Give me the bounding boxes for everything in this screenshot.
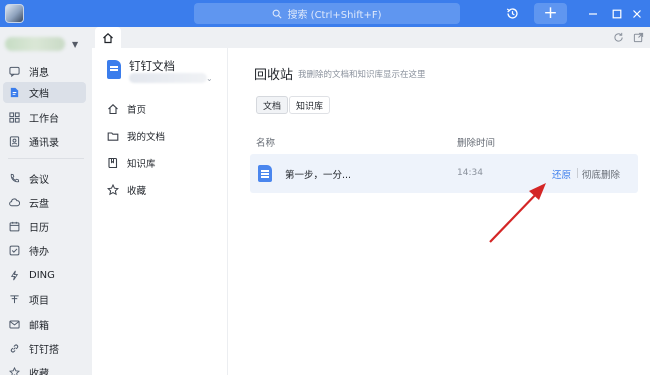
open-external-icon — [633, 32, 644, 43]
cloud-icon — [8, 197, 20, 209]
nav-item-label: 待办 — [29, 247, 49, 258]
lightning-icon — [8, 270, 20, 282]
doc-nav-knowledge-base[interactable]: 知识库 — [106, 154, 156, 172]
nav-item-label: 工作台 — [29, 114, 59, 125]
project-icon — [8, 294, 20, 306]
title-bar: 搜索 (Ctrl+Shift+F) + — [0, 0, 650, 27]
recycle-bin-panel: 回收站 我删除的文档和知识库显示在这里 文档 知识库 名称 删除时间 第一步，一… — [228, 48, 650, 375]
phone-icon — [8, 173, 20, 185]
deleted-time: 14:34 — [457, 168, 483, 178]
maximize-icon — [612, 9, 622, 18]
document-file-icon — [258, 165, 272, 182]
nav-item-dingda[interactable]: 钉钉搭 — [3, 338, 86, 359]
file-name: 第一步，一分... — [285, 170, 352, 181]
nav-item-cloud-drive[interactable]: 云盘 — [3, 192, 86, 213]
mail-icon — [8, 319, 20, 331]
nav-item-label: 收藏 — [29, 369, 49, 375]
nav-item-ding[interactable]: DING — [3, 265, 86, 286]
document-icon — [8, 87, 20, 99]
nav-item-label: 云盘 — [29, 199, 49, 210]
document-sidebar: 钉钉文档 ⌄ 首页 我的文档 知识库 收藏 — [92, 48, 228, 375]
nav-item-label: 文档 — [29, 89, 49, 100]
column-header-deleted-time: 删除时间 — [457, 138, 496, 149]
filter-documents-button[interactable]: 文档 — [256, 96, 289, 114]
nav-item-label: 会议 — [29, 175, 49, 186]
add-button[interactable]: + — [534, 3, 567, 24]
restore-button[interactable]: 还原 — [552, 167, 571, 181]
contacts-icon — [8, 136, 20, 148]
column-header-name: 名称 — [256, 138, 276, 149]
nav-item-favorites[interactable]: 收藏 — [3, 362, 86, 375]
doc-nav-label: 收藏 — [127, 186, 147, 197]
nav-item-label: 日历 — [29, 223, 49, 234]
tab-strip — [92, 27, 650, 48]
nav-item-todo[interactable]: 待办 — [3, 240, 86, 261]
book-icon — [106, 157, 119, 170]
page-title: 回收站 — [254, 68, 294, 83]
refresh-icon — [614, 32, 623, 42]
history-button[interactable] — [501, 3, 523, 24]
filter-knowledge-base-button[interactable]: 知识库 — [289, 96, 331, 114]
history-icon — [506, 8, 518, 19]
chevron-down-icon[interactable]: ⌄ — [206, 74, 213, 83]
link-icon — [8, 343, 20, 355]
doc-nav-label: 首页 — [127, 105, 147, 116]
doc-nav-home[interactable]: 首页 — [106, 100, 146, 118]
nav-item-contacts[interactable]: 通讯录 — [3, 131, 86, 152]
plus-icon: + — [543, 3, 558, 23]
close-icon — [633, 9, 641, 18]
nav-item-meeting[interactable]: 会议 — [3, 168, 86, 189]
dingtalk-docs-logo — [107, 60, 121, 79]
calendar-icon — [8, 221, 20, 233]
star-icon — [8, 367, 20, 375]
home-icon — [103, 32, 113, 43]
chevron-down-icon: ▼ — [72, 39, 79, 49]
doc-nav-label: 知识库 — [127, 159, 156, 170]
close-button[interactable] — [628, 3, 646, 24]
refresh-button[interactable] — [612, 31, 625, 44]
organization-switcher[interactable]: ▼ — [5, 34, 85, 54]
nav-item-calendar[interactable]: 日历 — [3, 216, 86, 237]
nav-item-messages[interactable]: 消息 — [3, 61, 86, 82]
search-placeholder: 搜索 (Ctrl+Shift+F) — [287, 10, 382, 21]
nav-item-label: 消息 — [29, 68, 49, 79]
checkbox-icon — [8, 245, 20, 257]
tab-home[interactable] — [95, 27, 121, 48]
nav-item-label: 邮箱 — [29, 321, 49, 332]
search-input[interactable]: 搜索 (Ctrl+Shift+F) — [194, 3, 460, 24]
user-avatar[interactable] — [5, 4, 24, 23]
action-divider — [577, 168, 578, 178]
star-icon — [106, 184, 119, 197]
nav-item-workbench[interactable]: 工作台 — [3, 107, 86, 128]
nav-item-label: DING — [29, 270, 55, 281]
message-icon — [8, 66, 20, 78]
home-icon — [106, 103, 119, 116]
workspace-name-redacted[interactable] — [129, 73, 207, 83]
document-sidebar-title: 钉钉文档 — [129, 59, 175, 73]
organization-name-redacted — [5, 37, 65, 51]
nav-item-documents[interactable]: 文档 — [3, 82, 86, 103]
doc-nav-label: 我的文档 — [127, 132, 166, 143]
left-navigation: ▼ 消息 文档 工作台 通讯录 会议 云盘 日历 待办 DING 项目 邮箱 钉… — [0, 27, 92, 375]
nav-item-mail[interactable]: 邮箱 — [3, 314, 86, 335]
table-row[interactable]: 第一步，一分... 14:34 还原 彻底删除 — [250, 154, 638, 193]
minimize-button[interactable] — [584, 3, 602, 24]
search-icon — [273, 9, 283, 19]
page-hint: 我删除的文档和知识库显示在这里 — [298, 70, 426, 80]
doc-nav-my-documents[interactable]: 我的文档 — [106, 127, 165, 145]
nav-item-project[interactable]: 项目 — [3, 289, 86, 310]
nav-item-label: 通讯录 — [29, 138, 59, 149]
maximize-button[interactable] — [608, 3, 626, 24]
nav-item-label: 钉钉搭 — [29, 345, 59, 356]
open-external-button[interactable] — [632, 31, 645, 44]
grid-icon — [8, 112, 20, 124]
permanently-delete-button[interactable]: 彻底删除 — [582, 167, 620, 181]
folder-icon — [106, 130, 119, 143]
nav-item-label: 项目 — [29, 296, 49, 307]
doc-nav-favorites[interactable]: 收藏 — [106, 181, 146, 199]
minimize-icon — [589, 12, 597, 15]
nav-divider — [8, 158, 84, 159]
